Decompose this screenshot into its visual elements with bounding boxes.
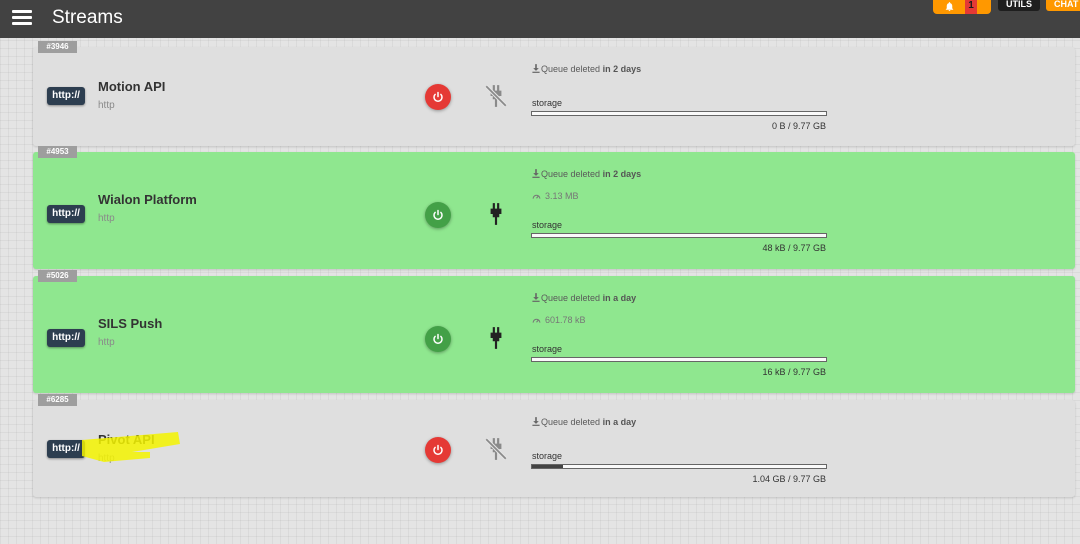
queue-status-text: Queue deleted (541, 293, 601, 303)
stream-name[interactable]: SILS Push (98, 316, 162, 332)
power-toggle-button[interactable] (425, 84, 451, 110)
storage-usage: 48 kB / 9.77 GB (762, 243, 826, 253)
protocol-badge: http:// (47, 205, 85, 223)
notifications-button[interactable]: 1 (933, 0, 991, 14)
stream-name[interactable]: Wialon Platform (98, 192, 197, 208)
stream-card[interactable]: #5026 http:// SILS Push http Queue deleted i… (33, 270, 1075, 393)
plug-off-icon[interactable] (483, 83, 509, 109)
queue-status-when: in 2 days (602, 169, 642, 179)
transfer-rate: 3.13 MB (532, 190, 579, 202)
plug-icon[interactable] (483, 325, 509, 351)
queue-status-when: in a day (602, 417, 637, 427)
stream-protocol: http (98, 337, 115, 348)
queue-status: Queue deleted in a day (532, 416, 636, 428)
storage-label: storage (532, 451, 563, 461)
bell-icon (945, 2, 954, 12)
stream-id-badge: #3946 (38, 41, 77, 53)
storage-usage: 16 kB / 9.77 GB (762, 367, 826, 377)
queue-status-text: Queue deleted (541, 169, 601, 179)
queue-status: Queue deleted in 2 days (532, 168, 641, 180)
storage-progress-bar (531, 233, 827, 238)
gauge-icon (532, 315, 545, 325)
stream-name[interactable]: Motion API (98, 79, 165, 95)
stream-id-badge: #5026 (38, 270, 77, 282)
storage-progress-fill (532, 465, 564, 468)
stream-protocol: http (98, 100, 115, 111)
transfer-rate: 601.78 kB (532, 314, 586, 326)
protocol-badge: http:// (47, 440, 85, 458)
queue-status: Queue deleted in a day (532, 292, 636, 304)
transfer-rate-value: 601.78 kB (545, 315, 586, 325)
stream-name[interactable]: Pivot API (98, 432, 155, 448)
protocol-badge: http:// (47, 329, 85, 347)
storage-usage: 1.04 GB / 9.77 GB (752, 474, 826, 484)
download-icon (532, 293, 541, 303)
gauge-icon (532, 191, 545, 201)
queue-status-when: in 2 days (602, 64, 642, 74)
storage-label: storage (532, 98, 563, 108)
storage-label: storage (532, 344, 563, 354)
hamburger-menu-icon[interactable] (12, 10, 32, 26)
power-icon (433, 209, 443, 220)
plug-off-icon[interactable] (483, 436, 509, 462)
queue-status-when: in a day (602, 293, 637, 303)
storage-progress-bar (531, 464, 827, 469)
page-title: Streams (52, 7, 123, 28)
stream-id-badge: #6285 (38, 394, 77, 406)
notification-count-badge: 1 (965, 0, 977, 14)
power-icon (433, 91, 443, 102)
stream-card[interactable]: #4953 http:// Wialon Platform http Queue del… (33, 146, 1075, 269)
download-icon (532, 64, 541, 74)
power-icon (433, 444, 443, 455)
stream-protocol: http (98, 453, 115, 464)
queue-status-text: Queue deleted (541, 64, 601, 74)
storage-progress-bar (531, 357, 827, 362)
power-toggle-button[interactable] (425, 326, 451, 352)
power-toggle-button[interactable] (425, 437, 451, 463)
storage-progress-bar (531, 111, 827, 116)
download-icon (532, 169, 541, 179)
queue-status-text: Queue deleted (541, 417, 601, 427)
stream-card[interactable]: #6285 http:// Pivot API http Queue deleted i… (33, 394, 1075, 497)
stream-protocol: http (98, 213, 115, 224)
storage-usage: 0 B / 9.77 GB (771, 121, 826, 131)
plug-icon[interactable] (483, 201, 509, 227)
utils-button[interactable]: UTILS (998, 0, 1040, 11)
queue-status: Queue deleted in 2 days (532, 63, 641, 75)
protocol-badge: http:// (47, 87, 85, 105)
storage-label: storage (532, 220, 563, 230)
download-icon (532, 417, 541, 427)
chat-button[interactable]: CHAT (1046, 0, 1080, 11)
power-toggle-button[interactable] (425, 202, 451, 228)
power-icon (433, 333, 443, 344)
top-app-bar: Streams 1 UTILS CHAT (0, 0, 1080, 38)
stream-card[interactable]: #3946 http:// Motion API http Queue deleted … (33, 41, 1075, 146)
transfer-rate-value: 3.13 MB (545, 191, 579, 201)
stream-id-badge: #4953 (38, 146, 77, 158)
